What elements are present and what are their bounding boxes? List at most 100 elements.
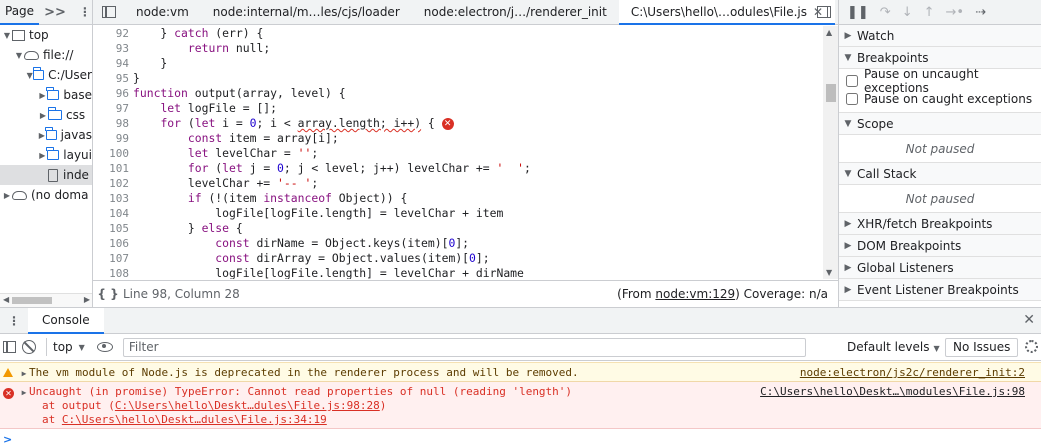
- code-line[interactable]: 100 let levelChar = '';: [93, 146, 838, 161]
- chevron-right-icon[interactable]: ▶: [38, 131, 46, 140]
- editor-tab[interactable]: node:vm: [124, 0, 201, 25]
- error-source-link[interactable]: C:\Users\hello\Deskt…\modules\File.js:98: [760, 385, 1025, 399]
- pause-icon[interactable]: ❚❚: [847, 5, 869, 20]
- scroll-up-icon[interactable]: ▲: [826, 28, 832, 37]
- chevron-right-icon[interactable]: ▶: [38, 151, 47, 160]
- line-number[interactable]: 101: [93, 161, 133, 176]
- line-number[interactable]: 98: [93, 116, 133, 131]
- scroll-right-icon[interactable]: ▶: [84, 295, 90, 304]
- scrollbar-thumb[interactable]: [12, 297, 52, 304]
- section-scope[interactable]: ▼ Scope: [839, 113, 1041, 135]
- code-line[interactable]: 102 levelChar += '-- ';: [93, 176, 838, 191]
- code-line[interactable]: 96 function output(array, level) {: [93, 86, 838, 101]
- section-dom-breakpoints[interactable]: ▶ DOM Breakpoints: [839, 235, 1041, 257]
- stack-link[interactable]: C:\Users\hello\Deskt…dules\File.js:34:19: [62, 413, 327, 426]
- stack-link[interactable]: C:\Users\hello\Deskt…dules\File.js:98:28: [115, 399, 380, 412]
- code-view[interactable]: 92 } catch (err) {93 return null; 94 } 95}…: [93, 26, 838, 279]
- step-into-icon[interactable]: ↓: [902, 5, 913, 20]
- line-number[interactable]: 94: [93, 56, 133, 71]
- tree-item[interactable]: ▼ top: [0, 25, 92, 45]
- line-number[interactable]: 96: [93, 86, 133, 101]
- scrollbar-thumb[interactable]: [826, 84, 836, 102]
- code-line[interactable]: 106 const dirName = Object.keys(item)[0]…: [93, 236, 838, 251]
- code-line[interactable]: 101 for (let j = 0; j < level; j++) leve…: [93, 161, 838, 176]
- code-line[interactable]: 97 let logFile = [];: [93, 101, 838, 116]
- section-event-listener-breakpoints[interactable]: ▶ Event Listener Breakpoints: [839, 279, 1041, 301]
- section-xhr-breakpoints[interactable]: ▶ XHR/fetch Breakpoints: [839, 213, 1041, 235]
- warning-source-link[interactable]: node:electron/js2c/renderer_init:2: [800, 366, 1025, 380]
- gear-icon[interactable]: [1025, 340, 1038, 353]
- close-icon[interactable]: ✕: [1023, 312, 1035, 328]
- issues-button[interactable]: No Issues: [945, 338, 1019, 357]
- tree-item[interactable]: ▶ (no doma: [0, 185, 92, 205]
- error-badge-icon[interactable]: ✕: [441, 117, 454, 130]
- line-number[interactable]: 97: [93, 101, 133, 116]
- scroll-down-icon[interactable]: ▼: [826, 268, 832, 277]
- tree-item[interactable]: ▶ layui: [0, 145, 92, 165]
- tree-item[interactable]: ▼ C:/User: [0, 65, 92, 85]
- line-number[interactable]: 103: [93, 191, 133, 206]
- line-number[interactable]: 99: [93, 131, 133, 146]
- line-number[interactable]: 108: [93, 266, 133, 279]
- toggle-navigator-icon[interactable]: [102, 6, 116, 18]
- line-number[interactable]: 105: [93, 221, 133, 236]
- line-number[interactable]: 95: [93, 71, 133, 86]
- tree-item[interactable]: ▼ file://: [0, 45, 92, 65]
- expand-triangle-icon[interactable]: ▶: [19, 367, 29, 381]
- tree-item[interactable]: ▶ css: [0, 105, 92, 125]
- line-number[interactable]: 92: [93, 26, 133, 41]
- step-icon[interactable]: →•: [946, 5, 965, 20]
- code-line[interactable]: 108 logFile[logFile.length] = levelChar …: [93, 266, 838, 279]
- pause-caught-checkbox[interactable]: [846, 93, 858, 105]
- section-watch[interactable]: ▶ Watch: [839, 25, 1041, 47]
- code-line[interactable]: 104 logFile[logFile.length] = levelChar …: [93, 206, 838, 221]
- section-call-stack[interactable]: ▼ Call Stack: [839, 163, 1041, 185]
- step-over-icon[interactable]: ↷: [880, 5, 891, 20]
- section-global-listeners[interactable]: ▶ Global Listeners: [839, 257, 1041, 279]
- editor-tab[interactable]: node:electron/j…/renderer_init: [412, 0, 619, 25]
- tab-console[interactable]: Console: [28, 307, 104, 334]
- console-sidebar-icon[interactable]: [3, 341, 16, 353]
- toggle-debugger-icon[interactable]: [817, 6, 831, 18]
- chevron-right-icon[interactable]: ▶: [38, 91, 47, 100]
- kebab-menu-icon[interactable]: ⋮: [0, 314, 28, 328]
- pretty-print-button[interactable]: { }: [93, 287, 123, 301]
- line-number[interactable]: 100: [93, 146, 133, 161]
- code-line[interactable]: 94 }: [93, 56, 838, 71]
- console-prompt[interactable]: >: [3, 433, 12, 446]
- editor-vertical-scrollbar[interactable]: ▲ ▼: [823, 26, 838, 279]
- context-selector[interactable]: top ▼: [53, 340, 85, 354]
- pause-uncaught-checkbox[interactable]: [846, 75, 858, 87]
- code-line[interactable]: 98 for (let i = 0; i < array.length; i++…: [93, 116, 838, 131]
- chevron-right-icon[interactable]: ▶: [2, 191, 12, 200]
- chevron-down-icon[interactable]: ▼: [14, 51, 24, 60]
- line-number[interactable]: 104: [93, 206, 133, 221]
- pause-uncaught-option[interactable]: Pause on uncaught exceptions: [839, 67, 1041, 95]
- more-tabs-button[interactable]: >>: [39, 5, 71, 20]
- error-message[interactable]: ✕ ▶ Uncaught (in promise) TypeError: Cann…: [0, 382, 1041, 429]
- live-expression-eye-icon[interactable]: [96, 342, 113, 352]
- pause-caught-option[interactable]: Pause on caught exceptions: [839, 90, 1041, 108]
- code-line[interactable]: 103 if (!(item instanceof Object)) {: [93, 191, 838, 206]
- tree-item[interactable]: ▶ javas: [0, 125, 92, 145]
- kebab-menu-icon[interactable]: ⋮: [71, 5, 92, 19]
- line-number[interactable]: 106: [93, 236, 133, 251]
- tree-item[interactable]: inde: [0, 165, 92, 185]
- step-out-icon[interactable]: ↑: [924, 5, 935, 20]
- section-breakpoints[interactable]: ▼ Breakpoints: [839, 47, 1041, 69]
- log-levels-dropdown[interactable]: Default levels ▼: [847, 340, 940, 354]
- code-line[interactable]: 105 } else {: [93, 221, 838, 236]
- scroll-left-icon[interactable]: ◀: [3, 295, 9, 304]
- code-line[interactable]: 99 const item = array[i];: [93, 131, 838, 146]
- deactivate-breakpoints-icon[interactable]: ⇢: [975, 5, 986, 20]
- navigator-horizontal-scrollbar[interactable]: ◀ ▶: [0, 293, 92, 307]
- code-line[interactable]: 95}: [93, 71, 838, 86]
- tree-item[interactable]: ▶ base: [0, 85, 92, 105]
- editor-tab[interactable]: C:\Users\hello\…odules\File.js ✕: [618, 0, 836, 25]
- filter-input[interactable]: [122, 337, 806, 357]
- tab-page[interactable]: Page: [0, 0, 40, 25]
- line-number[interactable]: 102: [93, 176, 133, 191]
- expand-triangle-icon[interactable]: ▶: [19, 386, 29, 400]
- editor-tab[interactable]: node:internal/m…les/cjs/loader: [201, 0, 412, 25]
- code-line[interactable]: 107 const dirArray = Object.values(item)…: [93, 251, 838, 266]
